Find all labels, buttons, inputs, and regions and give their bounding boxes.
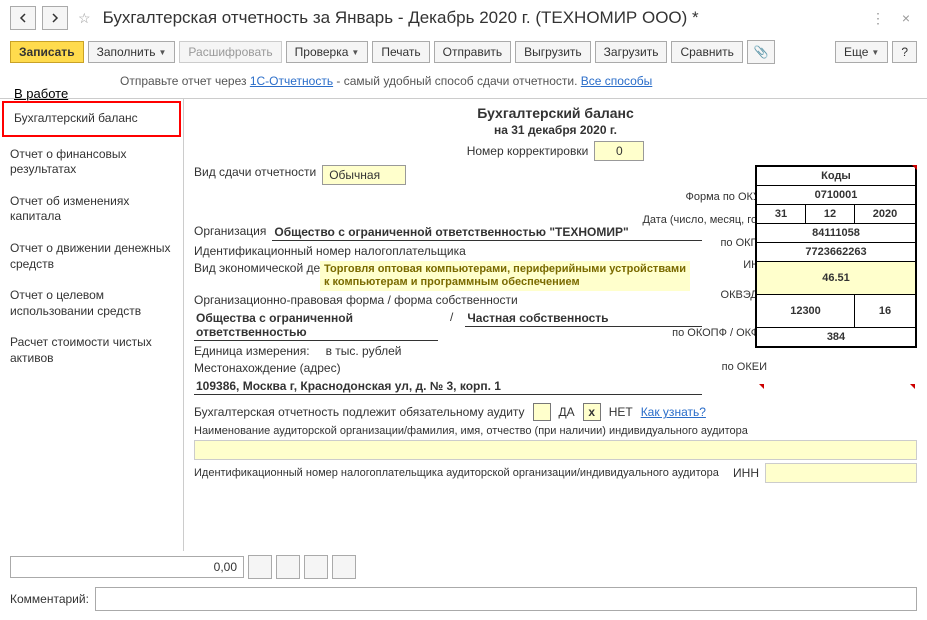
auditor-name-field[interactable] bbox=[194, 440, 917, 460]
num-btn-2[interactable] bbox=[276, 555, 300, 579]
numeric-field[interactable]: 0,00 bbox=[10, 556, 244, 578]
okei-value: 384 bbox=[757, 328, 916, 347]
date-label: Дата (число, месяц, год) bbox=[642, 214, 767, 226]
send-button[interactable]: Отправить bbox=[434, 41, 512, 63]
close-icon[interactable]: × bbox=[895, 7, 917, 29]
attach-button[interactable]: 📎 bbox=[747, 40, 775, 64]
taxid-label: Идентификационный номер налогоплательщик… bbox=[194, 244, 466, 258]
compare-button[interactable]: Сравнить bbox=[671, 41, 742, 63]
download-button[interactable]: Загрузить bbox=[595, 41, 668, 63]
date-year: 2020 bbox=[855, 205, 916, 224]
write-button[interactable]: Записать bbox=[10, 41, 84, 63]
sidebar-item-netassets[interactable]: Расчет стоимости чистых активов bbox=[0, 327, 183, 374]
link-all-ways[interactable]: Все способы bbox=[581, 74, 653, 88]
unit-value: в тыс. рублей bbox=[326, 344, 402, 358]
sidebar-item-targetuse[interactable]: Отчет о целевом использовании средств bbox=[0, 280, 183, 327]
okved-value[interactable]: 46.51 bbox=[757, 262, 916, 295]
legal-label: Организационно-правовая форма / форма со… bbox=[194, 293, 518, 307]
unit-label: Единица измерения: bbox=[194, 344, 310, 358]
org-value: Общество с ограниченной ответственностью… bbox=[272, 224, 702, 241]
status-link[interactable]: В работе bbox=[14, 86, 68, 101]
menu-icon[interactable]: ⋮ bbox=[867, 7, 889, 29]
info-text: Отправьте отчет через 1С-Отчетность - са… bbox=[0, 68, 927, 98]
num-btn-1[interactable] bbox=[248, 555, 272, 579]
corr-value[interactable]: 0 bbox=[594, 141, 644, 161]
link-1c[interactable]: 1С-Отчетность bbox=[250, 74, 333, 88]
okfs-value: 16 bbox=[855, 295, 916, 328]
report-title: Бухгалтерский баланс bbox=[194, 105, 917, 121]
nav-back-button[interactable] bbox=[10, 6, 36, 30]
auditor-inn-field[interactable] bbox=[765, 463, 917, 483]
chevron-down-icon: ▼ bbox=[351, 48, 359, 57]
okopf-value: 12300 bbox=[757, 295, 855, 328]
paperclip-icon: 📎 bbox=[753, 45, 768, 59]
report-date: на 31 декабря 2020 г. bbox=[194, 123, 917, 137]
sidebar-item-balance[interactable]: Бухгалтерский баланс bbox=[2, 101, 181, 137]
okpo-value: 84111058 bbox=[757, 224, 916, 243]
date-month: 12 bbox=[806, 205, 855, 224]
auditor-inn-label: Идентификационный номер налогоплательщик… bbox=[194, 466, 554, 480]
nav-fwd-button[interactable] bbox=[42, 6, 68, 30]
inn-value: 7723662263 bbox=[757, 243, 916, 262]
audit-yes-checkbox[interactable] bbox=[533, 403, 551, 421]
favorite-icon[interactable]: ☆ bbox=[78, 10, 91, 27]
submit-value[interactable]: Обычная bbox=[322, 165, 406, 185]
window-title: Бухгалтерская отчетность за Январь - Дек… bbox=[103, 8, 861, 28]
report-area: Бухгалтерский баланс на 31 декабря 2020 … bbox=[184, 99, 927, 551]
chevron-down-icon: ▼ bbox=[159, 48, 167, 57]
corr-label: Номер корректировки bbox=[467, 144, 589, 158]
upload-button[interactable]: Выгрузить bbox=[515, 41, 591, 63]
submit-label: Вид сдачи отчетности bbox=[194, 165, 316, 179]
help-button[interactable]: ? bbox=[892, 41, 917, 63]
activity-value[interactable]: Торговля оптовая компьютерами, периферий… bbox=[320, 261, 690, 291]
red-marker-icon bbox=[912, 165, 917, 170]
audit-help-link[interactable]: Как узнать? bbox=[641, 405, 706, 419]
auditor-inn-short: ИНН bbox=[733, 466, 759, 480]
addr-label: Местонахождение (адрес) bbox=[194, 361, 341, 375]
addr-value: 109386, Москва г, Краснодонская ул, д. №… bbox=[194, 378, 702, 395]
org-label: Организация bbox=[194, 224, 266, 238]
more-button[interactable]: Еще▼ bbox=[835, 41, 888, 63]
comment-input[interactable] bbox=[95, 587, 917, 611]
check-button[interactable]: Проверка▼ bbox=[286, 41, 369, 63]
sidebar-item-cashflow[interactable]: Отчет о движении денежных средств bbox=[0, 233, 183, 280]
red-marker-icon bbox=[910, 384, 915, 389]
sidebar: Бухгалтерский баланс Отчет о финансовых … bbox=[0, 99, 184, 551]
codes-table: Коды 0710001 31 12 2020 84111058 7723662… bbox=[755, 165, 917, 348]
chevron-down-icon: ▼ bbox=[871, 48, 879, 57]
red-marker-icon bbox=[759, 384, 764, 389]
decrypt-button: Расшифровать bbox=[179, 41, 281, 63]
auditor-name-label: Наименование аудиторской организации/фам… bbox=[194, 425, 748, 437]
print-button[interactable]: Печать bbox=[372, 41, 429, 63]
sidebar-item-capital[interactable]: Отчет об изменениях капитала bbox=[0, 186, 183, 233]
comment-label: Комментарий: bbox=[10, 592, 89, 606]
ownership-form: Частная собственность bbox=[465, 310, 702, 327]
activity-label: Вид экономической деятельности bbox=[194, 261, 314, 275]
okud-value: 0710001 bbox=[757, 186, 916, 205]
date-day: 31 bbox=[757, 205, 806, 224]
fill-button[interactable]: Заполнить▼ bbox=[88, 41, 176, 63]
num-btn-3[interactable] bbox=[304, 555, 328, 579]
sidebar-item-finresults[interactable]: Отчет о финансовых результатах bbox=[0, 139, 183, 186]
num-btn-4[interactable] bbox=[332, 555, 356, 579]
audit-no-checkbox[interactable]: x bbox=[583, 403, 601, 421]
okei-label: по ОКЕИ bbox=[722, 361, 767, 373]
legal-form: Общества с ограниченной ответственностью bbox=[194, 310, 438, 341]
okopf-label: по ОКОПФ / ОКФС bbox=[672, 327, 767, 339]
audit-label: Бухгалтерская отчетность подлежит обязат… bbox=[194, 405, 525, 419]
